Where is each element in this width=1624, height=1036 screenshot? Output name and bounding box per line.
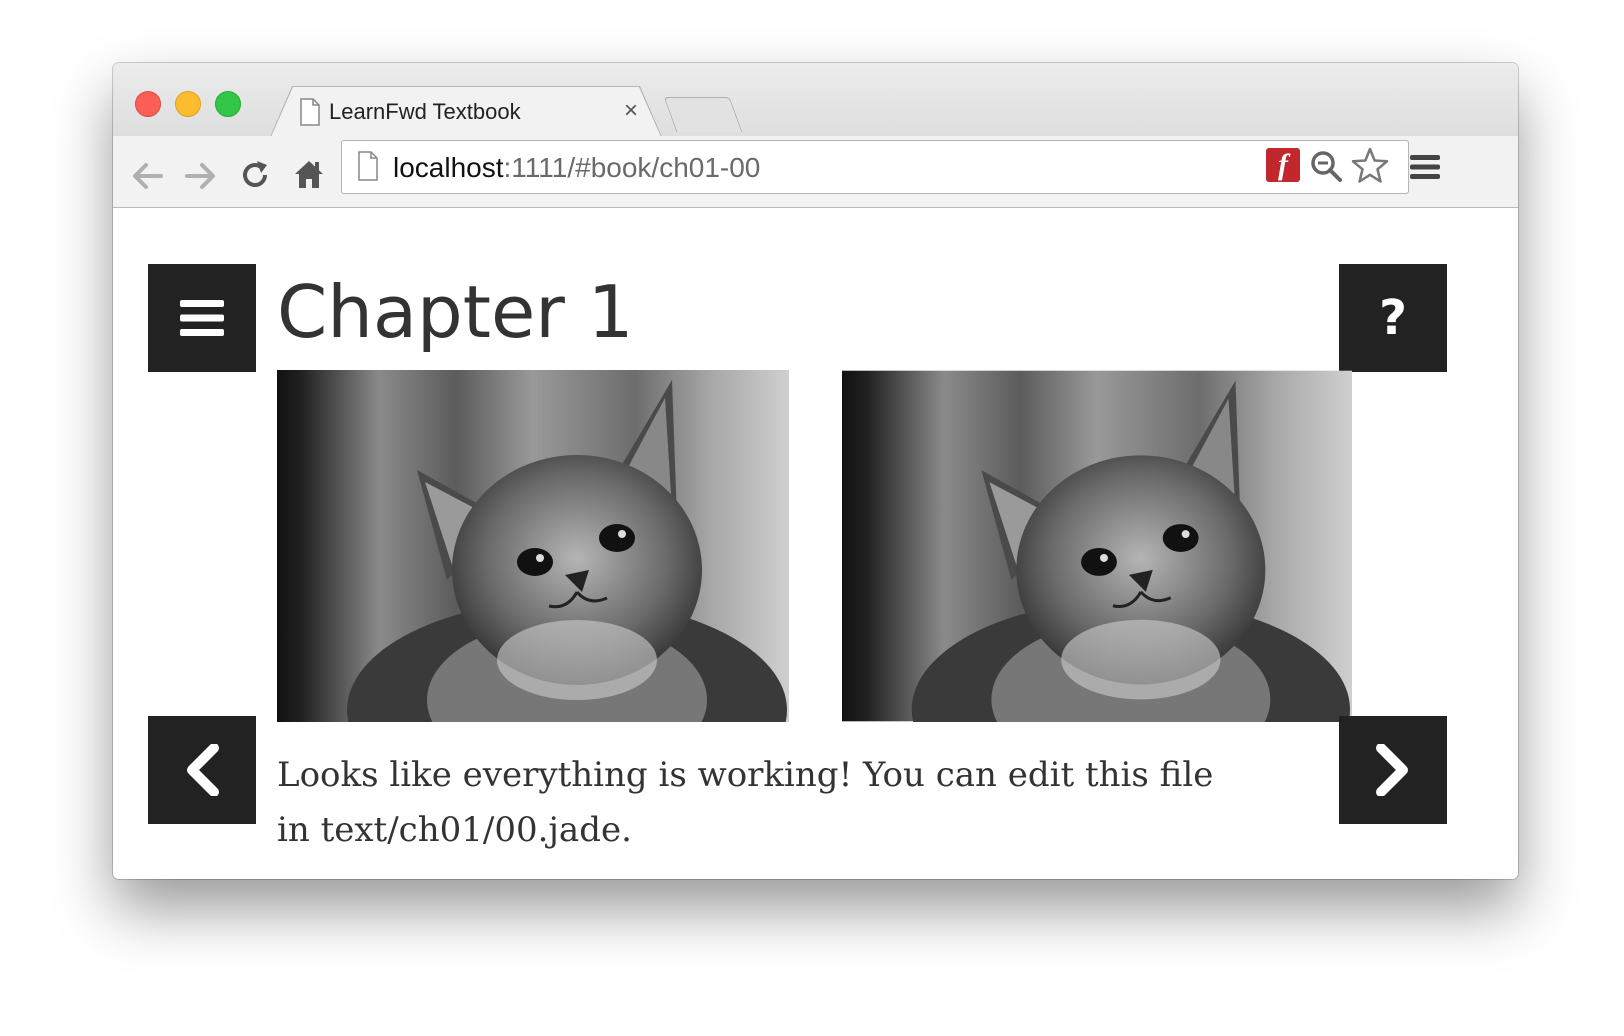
new-tab-button[interactable] bbox=[663, 97, 743, 132]
flash-icon[interactable]: f bbox=[1266, 148, 1300, 182]
zoom-window-button[interactable] bbox=[215, 91, 241, 117]
page-icon bbox=[358, 151, 378, 181]
page-title: Chapter 1 bbox=[277, 270, 634, 354]
zoom-icon[interactable] bbox=[1309, 149, 1343, 183]
body-text: Looks like everything is working! You ca… bbox=[277, 755, 1214, 850]
help-button[interactable]: ? bbox=[1339, 264, 1447, 372]
page-content: Chapter 1 ? Looks like everything is wor… bbox=[113, 208, 1518, 879]
back-arrow-icon[interactable] bbox=[131, 161, 163, 191]
tab-close-icon[interactable]: × bbox=[624, 97, 638, 125]
question-mark-icon: ? bbox=[1379, 290, 1407, 346]
previous-page-button[interactable] bbox=[148, 716, 256, 824]
next-page-button[interactable] bbox=[1339, 716, 1447, 824]
url-text: localhost:1111/#book/ch01-00 bbox=[393, 152, 760, 184]
hamburger-icon bbox=[180, 300, 224, 336]
close-window-button[interactable] bbox=[135, 91, 161, 117]
browser-window: LearnFwd Textbook × localhost:1111/#book… bbox=[113, 63, 1518, 879]
url-host: localhost bbox=[393, 152, 504, 183]
address-bar[interactable]: localhost:1111/#book/ch01-00 bbox=[341, 140, 1409, 194]
title-bar: LearnFwd Textbook × bbox=[113, 63, 1518, 137]
chevron-right-icon bbox=[1376, 744, 1408, 796]
kitten-image bbox=[842, 370, 1352, 722]
minimize-window-button[interactable] bbox=[175, 91, 201, 117]
menu-icon[interactable] bbox=[1409, 153, 1441, 181]
url-path: :1111/#book/ch01-00 bbox=[503, 152, 761, 183]
page-icon bbox=[300, 98, 320, 126]
chevron-left-icon bbox=[187, 744, 219, 796]
reload-icon[interactable] bbox=[239, 159, 271, 191]
menu-button[interactable] bbox=[148, 264, 256, 372]
tab-title: LearnFwd Textbook bbox=[329, 99, 521, 124]
kitten-image bbox=[277, 370, 789, 722]
home-icon[interactable] bbox=[293, 158, 325, 190]
forward-arrow-icon[interactable] bbox=[185, 161, 217, 191]
bookmark-star-icon[interactable] bbox=[1351, 147, 1389, 185]
